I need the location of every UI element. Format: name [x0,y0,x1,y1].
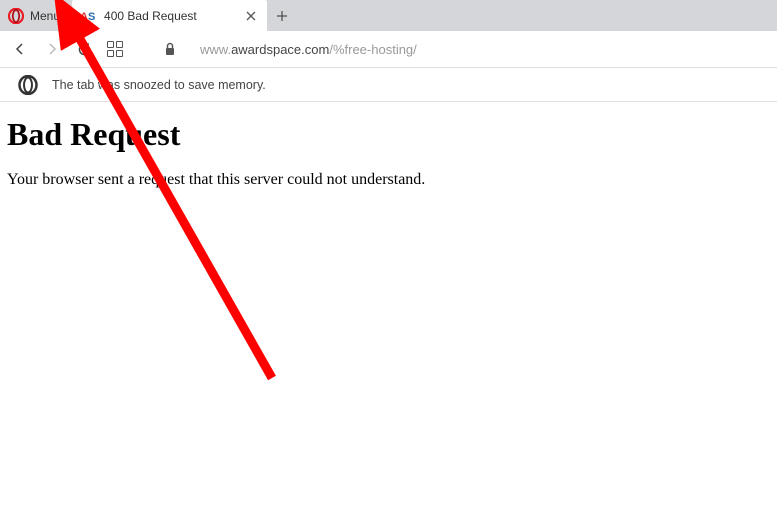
tab-title: 400 Bad Request [104,9,235,23]
menu-button[interactable]: Menu [0,0,72,31]
page-content: Bad Request Your browser sent a request … [0,102,777,203]
page-body: Your browser sent a request that this se… [7,171,770,189]
tab-favicon: AS [80,8,96,24]
reload-button[interactable] [74,39,94,59]
svg-text:AS: AS [80,11,95,23]
snooze-bar: The tab was snoozed to save memory. [0,68,777,102]
tab-bar: Menu AS 400 Bad Request [0,0,777,31]
forward-button[interactable] [42,39,62,59]
speed-dial-button[interactable] [106,39,126,59]
opera-icon [18,75,38,95]
page-heading: Bad Request [7,116,770,153]
url-domain: awardspace.com [231,42,329,57]
back-button[interactable] [10,39,30,59]
toolbar: www.awardspace.com/%free-hosting/ [0,31,777,68]
opera-logo-icon [8,8,24,24]
url-path: /%free-hosting/ [329,42,416,57]
new-tab-button[interactable] [267,0,297,31]
menu-label: Menu [30,9,60,23]
close-icon[interactable] [243,8,259,24]
tab-active[interactable]: AS 400 Bad Request [72,0,267,31]
lock-icon[interactable] [160,39,180,59]
url-prefix: www. [200,42,231,57]
address-bar[interactable]: www.awardspace.com/%free-hosting/ [192,42,767,57]
snooze-message: The tab was snoozed to save memory. [52,78,266,92]
